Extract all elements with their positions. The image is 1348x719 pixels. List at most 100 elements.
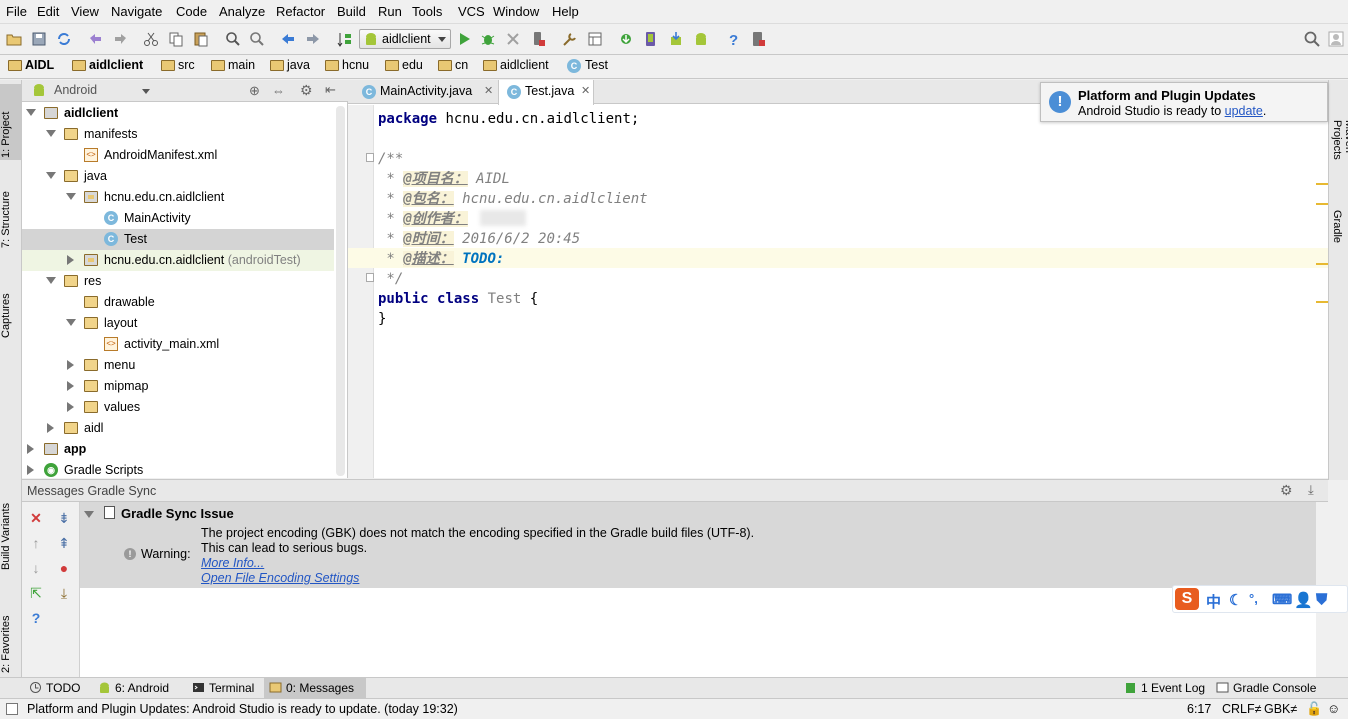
chevron-right-icon[interactable]: [27, 465, 34, 475]
close-icon[interactable]: ✕: [484, 84, 493, 97]
sdk-manager-icon[interactable]: [667, 30, 685, 48]
tree-item[interactable]: hcnu.edu.cn.aidlclient: [22, 187, 334, 208]
cut-icon[interactable]: [142, 30, 160, 48]
run-configuration-select[interactable]: aidlclient: [359, 29, 451, 49]
menu-navigate[interactable]: Navigate: [111, 4, 162, 19]
collapse-all-icon[interactable]: ⇞: [56, 535, 72, 551]
help-icon[interactable]: ?: [28, 610, 44, 626]
user-icon[interactable]: [1327, 30, 1345, 48]
menu-refactor[interactable]: Refactor: [276, 4, 325, 19]
chevron-down-icon[interactable]: [66, 319, 76, 326]
chevron-down-icon[interactable]: [46, 130, 56, 137]
coverage-icon[interactable]: [504, 30, 522, 48]
replace-icon[interactable]: [248, 30, 266, 48]
chevron-down-icon[interactable]: [46, 172, 56, 179]
warning-marker[interactable]: [1316, 263, 1328, 265]
menu-view[interactable]: View: [71, 4, 99, 19]
breadcrumb-item[interactable]: main: [209, 58, 255, 76]
tool-window-maven[interactable]: Maven Projects: [1331, 120, 1348, 190]
gear-icon[interactable]: ⚙: [300, 82, 313, 99]
update-link[interactable]: update: [1225, 104, 1263, 118]
help-icon[interactable]: ?: [724, 30, 742, 49]
open-folder-icon[interactable]: [5, 30, 23, 48]
tree-item[interactable]: C Test: [22, 229, 334, 250]
redo-icon[interactable]: [111, 30, 129, 48]
debug-icon[interactable]: [479, 30, 497, 48]
open-file-encoding-settings-link[interactable]: Open File Encoding Settings: [201, 571, 359, 585]
copy-icon[interactable]: [167, 30, 185, 48]
menu-code[interactable]: Code: [176, 4, 207, 19]
warning-marker[interactable]: [1316, 301, 1328, 303]
user-icon[interactable]: 👤: [1294, 591, 1313, 609]
chevron-down-icon[interactable]: [66, 193, 76, 200]
tab-mainactivity-java[interactable]: C MainActivity.java ✕: [354, 80, 496, 104]
wrench-icon[interactable]: [561, 30, 579, 48]
keyboard-icon[interactable]: ⌨: [1272, 591, 1292, 608]
make-project-icon[interactable]: [336, 30, 354, 48]
hide-panel-icon[interactable]: ⤓: [1308, 482, 1314, 498]
warning-marker[interactable]: [1316, 183, 1328, 185]
tab-test-java[interactable]: C Test.java ✕: [498, 80, 594, 105]
hide-panel-icon[interactable]: ⇤: [325, 82, 336, 98]
close-icon[interactable]: ✕: [581, 84, 590, 97]
chevron-right-icon[interactable]: [67, 402, 74, 412]
tree-item[interactable]: aidlclient: [22, 103, 334, 124]
tree-item[interactable]: <> AndroidManifest.xml: [22, 145, 334, 166]
tree-item[interactable]: values: [22, 397, 334, 418]
tool-window-project[interactable]: 1: Project: [0, 84, 22, 160]
tab-terminal[interactable]: Terminal: [187, 678, 260, 699]
breadcrumb-item[interactable]: aidlclient: [70, 58, 143, 76]
chevron-right-icon[interactable]: [67, 360, 74, 370]
chevron-right-icon[interactable]: [27, 444, 34, 454]
tree-item[interactable]: drawable: [22, 292, 334, 313]
previous-icon[interactable]: ↑: [28, 535, 44, 551]
menu-file[interactable]: File: [6, 4, 27, 19]
tree-item[interactable]: layout: [22, 313, 334, 334]
ime-toolbar[interactable]: S 中 ☾ °, ⌨ 👤 ⛊: [1172, 585, 1348, 613]
search-everywhere-icon[interactable]: [1303, 30, 1321, 48]
find-icon[interactable]: [224, 30, 242, 48]
menu-window[interactable]: Window: [493, 4, 539, 19]
lock-icon[interactable]: 🔓: [1306, 701, 1322, 717]
shirt-icon[interactable]: ⛊: [1316, 591, 1327, 608]
project-structure-icon[interactable]: [586, 30, 604, 48]
update-notification[interactable]: ! Platform and Plugin Updates Android St…: [1040, 82, 1328, 122]
tree-item[interactable]: <> activity_main.xml: [22, 334, 334, 355]
sync-icon[interactable]: [55, 30, 73, 48]
tab-gradle-console[interactable]: Gradle Console: [1211, 678, 1322, 699]
line-separator[interactable]: CRLF≠: [1222, 702, 1262, 716]
menu-analyze[interactable]: Analyze: [219, 4, 265, 19]
collapse-all-icon[interactable]: ⇔: [272, 83, 285, 98]
tool-window-captures[interactable]: Captures: [0, 270, 22, 340]
save-icon[interactable]: [30, 30, 48, 48]
caret-position[interactable]: 6:17: [1187, 702, 1211, 716]
tool-window-favorites[interactable]: 2: Favorites: [0, 585, 22, 675]
close-icon[interactable]: ✕: [28, 510, 44, 526]
scroll-from-source-icon[interactable]: ⊕: [249, 83, 260, 99]
tab-event-log[interactable]: 1 Event Log: [1119, 678, 1211, 699]
tool-window-gradle[interactable]: Gradle: [1331, 210, 1343, 270]
gradle-sync-icon[interactable]: [617, 30, 635, 48]
menu-build[interactable]: Build: [337, 4, 366, 19]
fold-icon[interactable]: [366, 153, 374, 162]
chevron-right-icon[interactable]: [47, 423, 54, 433]
menu-help[interactable]: Help: [552, 4, 579, 19]
warning-filter-icon[interactable]: ●: [56, 560, 72, 576]
back-icon[interactable]: [279, 30, 297, 48]
tab-android[interactable]: 6: Android: [93, 678, 175, 699]
punctuation-icon[interactable]: °,: [1249, 591, 1258, 606]
breadcrumb-item[interactable]: AIDL: [6, 58, 54, 76]
paste-icon[interactable]: [192, 30, 210, 48]
status-message[interactable]: Platform and Plugin Updates: Android Stu…: [27, 702, 458, 716]
file-encoding[interactable]: GBK≠: [1264, 702, 1297, 716]
tree-item[interactable]: C MainActivity: [22, 208, 334, 229]
moon-icon[interactable]: ☾: [1229, 591, 1242, 609]
toggle-tool-windows-icon[interactable]: [6, 703, 18, 715]
chevron-right-icon[interactable]: [67, 381, 74, 391]
tree-item[interactable]: menu: [22, 355, 334, 376]
tree-item[interactable]: hcnu.edu.cn.aidlclient (androidTest): [22, 250, 334, 271]
chevron-down-icon[interactable]: [46, 277, 56, 284]
ime-language[interactable]: 中: [1206, 591, 1221, 612]
export-icon[interactable]: ⇱: [28, 585, 44, 601]
menu-vcs[interactable]: VCS: [458, 4, 485, 19]
